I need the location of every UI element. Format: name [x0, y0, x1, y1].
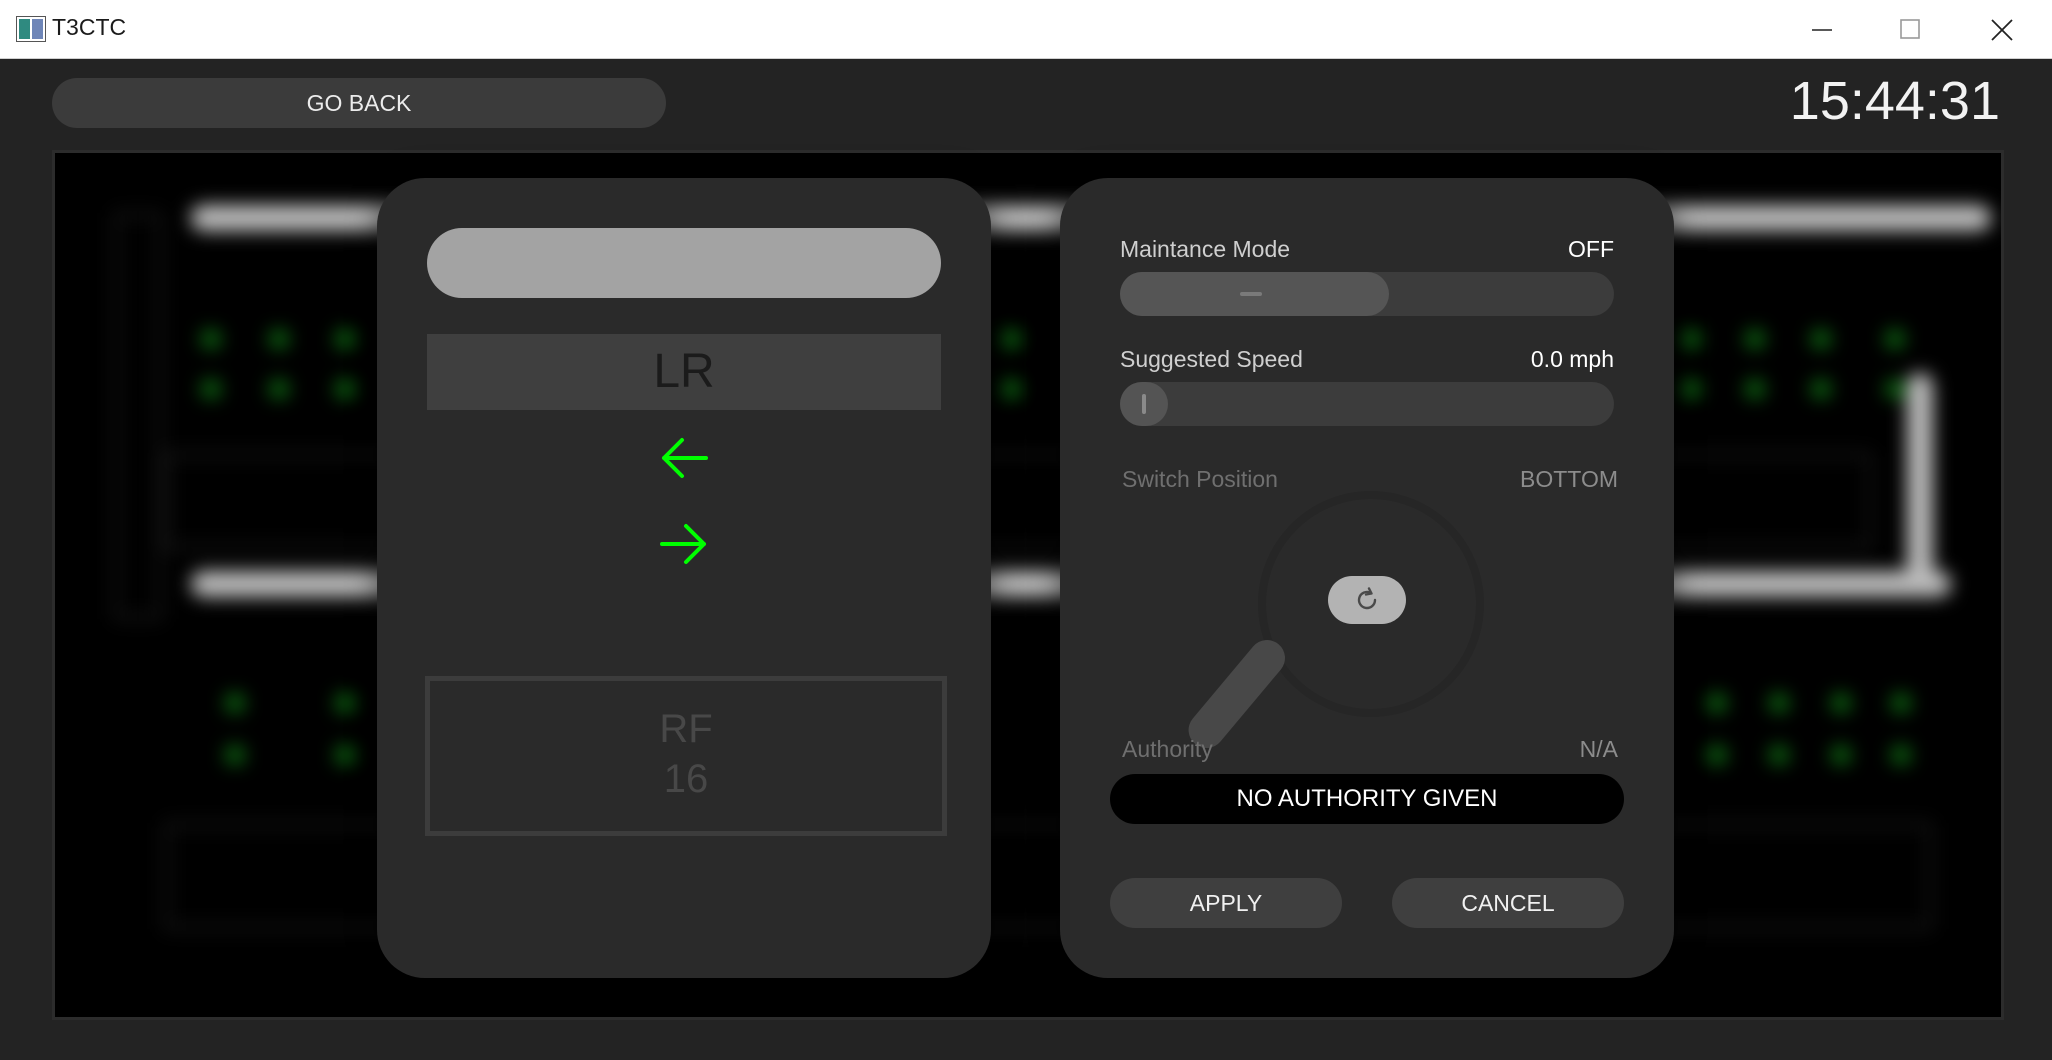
maintenance-mode-value: OFF [1568, 236, 1614, 262]
apply-button[interactable]: APPLY [1110, 878, 1342, 928]
blurred-led [1885, 329, 1905, 349]
block-info-card: LR ← → RF 16 [377, 178, 991, 978]
authority-value: N/A [1579, 736, 1618, 762]
minimize-icon [1812, 29, 1832, 31]
speed-slider-handle[interactable] [1120, 382, 1168, 426]
switch-toggle-button[interactable] [1328, 576, 1406, 624]
maximize-button[interactable] [1864, 0, 1956, 58]
close-icon [1991, 19, 2013, 41]
rf-number: 16 [663, 757, 709, 801]
block-settings-card: Maintance Mode OFF Suggested Speed 0.0 m… [1060, 178, 1674, 978]
switch-position-label: Switch Position [1122, 466, 1278, 492]
rf-label: RF [659, 707, 713, 751]
maximize-icon [1900, 19, 1920, 39]
blurred-led [335, 329, 355, 349]
maintenance-mode-toggle[interactable] [1120, 272, 1614, 316]
rf-indicator: RF 16 [425, 676, 947, 836]
blurred-led [335, 693, 355, 713]
blurred-led [269, 329, 289, 349]
blurred-track-content [55, 153, 2001, 1017]
blurred-led [1811, 329, 1831, 349]
arrow-right-icon: → [660, 524, 706, 564]
blurred-led [1745, 329, 1765, 349]
app-icon [16, 16, 46, 42]
go-back-button[interactable]: GO BACK [52, 78, 666, 128]
suggested-speed-slider[interactable] [1120, 382, 1614, 426]
clock: 15:44:31 [1789, 71, 2000, 131]
blurred-led [1769, 745, 1789, 765]
suggested-speed-label: Suggested Speed [1120, 346, 1303, 372]
blurred-led [335, 379, 355, 399]
blurred-track-view [52, 150, 2004, 1020]
authority-message: NO AUTHORITY GIVEN [1110, 774, 1624, 824]
blurred-led [335, 745, 355, 765]
cancel-button[interactable]: CANCEL [1392, 878, 1624, 928]
title-bar: T3CTC [0, 0, 2052, 59]
window-title: T3CTC [52, 14, 127, 40]
blurred-led [1885, 379, 1905, 399]
blurred-led [1769, 693, 1789, 713]
blurred-led [1891, 745, 1911, 765]
authority-label: Authority [1122, 736, 1213, 762]
blurred-led [225, 745, 245, 765]
maintenance-mode-label: Maintance Mode [1120, 236, 1291, 262]
blurred-led [1681, 379, 1701, 399]
blurred-led [1707, 745, 1727, 765]
block-name-field [427, 228, 941, 298]
close-button[interactable] [1956, 0, 2048, 58]
blurred-led [1001, 329, 1021, 349]
blurred-led [1001, 379, 1021, 399]
blurred-led [225, 693, 245, 713]
rotate-icon [1357, 587, 1377, 610]
blurred-led [201, 379, 221, 399]
blurred-led [1811, 379, 1831, 399]
blurred-led [1681, 329, 1701, 349]
maintenance-toggle-fill [1120, 272, 1389, 316]
blurred-led [201, 329, 221, 349]
blurred-led [1831, 693, 1851, 713]
minimize-button[interactable] [1776, 0, 1868, 58]
line-indicator: LR [427, 334, 941, 410]
blurred-track-left [115, 213, 161, 619]
blurred-led [1707, 693, 1727, 713]
switch-position-value: BOTTOM [1520, 466, 1618, 492]
arrow-left-icon: ← [662, 438, 708, 478]
blurred-led [269, 379, 289, 399]
blurred-track-right [1907, 373, 1933, 593]
blurred-led [1745, 379, 1765, 399]
blurred-led [1891, 693, 1911, 713]
toggle-handle-icon [1240, 292, 1262, 296]
bottom-strip [56, 1030, 1996, 1060]
blurred-led [1831, 745, 1851, 765]
suggested-speed-value: 0.0 mph [1530, 346, 1614, 372]
